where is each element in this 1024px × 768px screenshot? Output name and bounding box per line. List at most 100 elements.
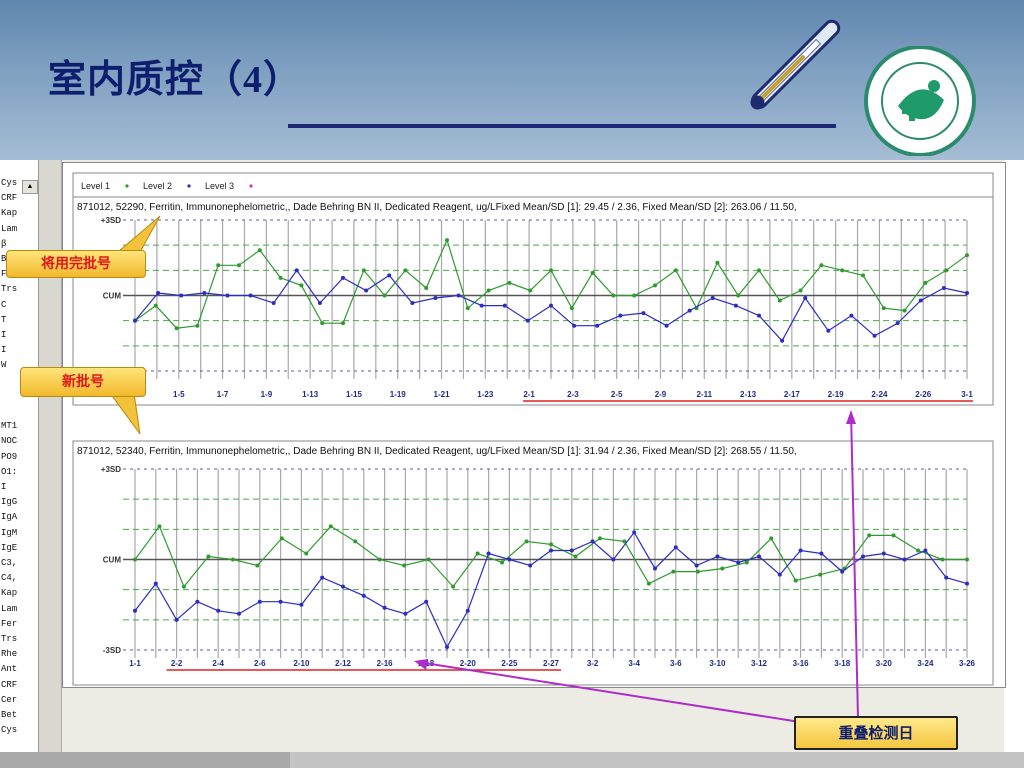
x-tick-label: 3-26 — [959, 659, 976, 668]
data-point — [364, 288, 369, 293]
data-point — [549, 542, 553, 547]
test-list-item[interactable]: β — [1, 239, 6, 249]
data-point — [793, 578, 798, 583]
data-point — [237, 611, 241, 616]
test-list-item[interactable]: Cys — [1, 178, 17, 188]
data-point — [486, 551, 491, 556]
data-point — [341, 584, 345, 589]
test-list-item[interactable]: O1: — [1, 467, 17, 477]
data-point — [216, 608, 221, 613]
data-point — [965, 557, 969, 562]
chart-1-header: 871012, 52290, Ferritin, Immunonephelome… — [77, 202, 797, 213]
data-point — [174, 617, 179, 622]
test-list-item[interactable]: Trs — [1, 284, 17, 294]
test-list-item[interactable]: C4, — [1, 573, 17, 583]
data-point — [798, 288, 803, 293]
data-point — [279, 536, 284, 541]
data-point — [451, 584, 456, 589]
x-tick-label: 1-9 — [261, 390, 273, 399]
data-point — [798, 548, 803, 553]
test-list-item[interactable]: Trs — [1, 634, 17, 644]
test-list-item[interactable]: W — [1, 360, 6, 370]
test-list-item[interactable]: T — [1, 315, 6, 325]
test-list-item[interactable]: NOC — [1, 436, 17, 446]
data-point — [597, 536, 602, 541]
data-point — [549, 268, 553, 273]
left-scrollbar[interactable] — [39, 160, 62, 752]
scroll-up-icon[interactable]: ▲ — [22, 180, 38, 194]
data-point — [195, 323, 200, 328]
data-point — [524, 539, 529, 544]
y-tick-label: +3SD — [101, 465, 121, 474]
legend-label: Level 3 — [205, 181, 234, 191]
data-point — [944, 575, 949, 580]
data-point — [944, 268, 949, 273]
data-point — [202, 290, 207, 295]
data-point — [757, 268, 761, 273]
test-list-item[interactable]: I — [1, 482, 6, 492]
data-point — [507, 557, 512, 562]
x-tick-label: 2-18 — [418, 659, 435, 668]
test-list-item[interactable]: Kap — [1, 208, 17, 218]
data-point — [156, 290, 161, 295]
x-tick-label: 3-2 — [587, 659, 599, 668]
x-tick-label: 2-3 — [567, 390, 579, 399]
data-point — [174, 326, 179, 331]
x-tick-label: 1-1 — [129, 659, 141, 668]
x-tick-label: 2-10 — [293, 659, 310, 668]
data-point — [403, 611, 408, 616]
test-list-item[interactable]: IgA — [1, 512, 17, 522]
test-list-item[interactable]: Fer — [1, 619, 17, 629]
test-list-item[interactable]: IgG — [1, 497, 17, 507]
test-list-item[interactable]: Kap — [1, 588, 17, 598]
test-list-item[interactable]: IgM — [1, 528, 17, 538]
left-test-list[interactable]: CysCRFKapLamβBetFerTrsCTIIWMT1NOCPO9O1:I… — [0, 160, 39, 752]
slide-title: 室内质控（4） — [48, 59, 303, 101]
test-list-item[interactable]: C3, — [1, 558, 17, 568]
test-list-item[interactable]: Lam — [1, 224, 17, 234]
data-point — [673, 545, 678, 550]
test-list-item[interactable]: IgE — [1, 543, 17, 553]
data-point — [133, 318, 137, 323]
test-list-item[interactable]: C — [1, 300, 6, 310]
test-list-item[interactable]: Ant — [1, 664, 17, 674]
data-point — [257, 248, 262, 253]
data-point — [377, 557, 382, 562]
test-list-item[interactable]: Lam — [1, 604, 17, 614]
data-point — [549, 303, 553, 308]
x-tick-label: 3-18 — [834, 659, 851, 668]
data-point — [632, 293, 637, 298]
test-list-item[interactable]: I — [1, 345, 6, 355]
test-list-item[interactable]: Cys — [1, 725, 17, 735]
data-point — [317, 301, 322, 306]
test-list-item[interactable]: I — [1, 330, 6, 340]
test-list-item[interactable]: MT1 — [1, 421, 17, 431]
data-point — [736, 560, 741, 565]
test-list-item[interactable]: PO9 — [1, 452, 17, 462]
test-list-item[interactable]: Cer — [1, 695, 17, 705]
x-tick-label: 3-12 — [751, 659, 768, 668]
legend-marker — [125, 184, 129, 188]
data-point — [237, 263, 241, 268]
x-tick-label: 2-24 — [871, 390, 888, 399]
test-list-item[interactable]: Bet — [1, 710, 17, 720]
data-point — [590, 539, 595, 544]
test-list-item[interactable]: Rhe — [1, 649, 17, 659]
data-point — [849, 313, 854, 318]
data-point — [424, 599, 429, 604]
data-point — [248, 293, 253, 298]
data-point — [777, 572, 782, 577]
data-point — [653, 283, 657, 288]
data-point — [382, 293, 387, 298]
data-point — [475, 551, 480, 556]
test-list-item[interactable]: CRF — [1, 193, 17, 203]
data-point — [299, 283, 304, 288]
data-point — [133, 557, 137, 562]
data-point — [341, 275, 345, 280]
test-list-item[interactable]: CRF — [1, 680, 17, 690]
data-point — [720, 566, 725, 571]
x-tick-label: 2-2 — [171, 659, 183, 668]
legend-label: Level 2 — [143, 181, 172, 191]
data-point — [456, 293, 461, 298]
data-point — [433, 296, 438, 301]
